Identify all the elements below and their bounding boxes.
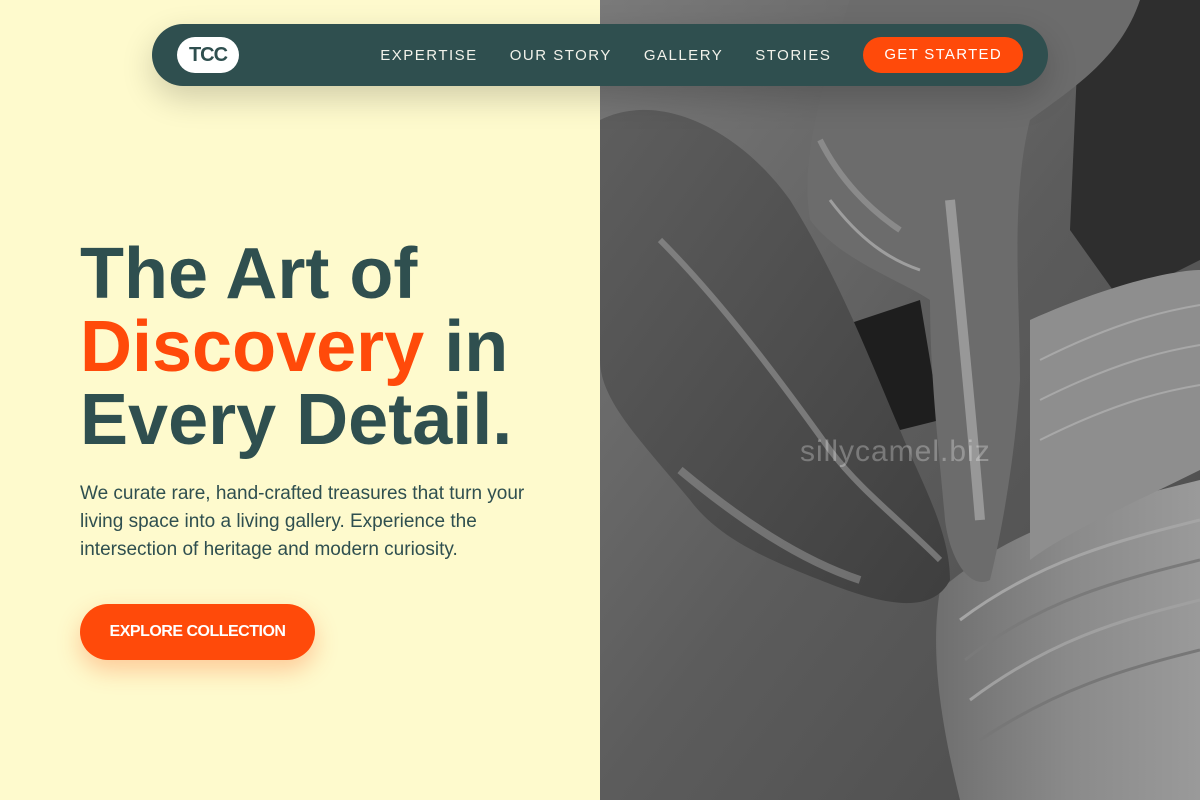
- nav-link-gallery[interactable]: GALLERY: [644, 47, 723, 64]
- hero-title-line-1: The Art of: [80, 234, 418, 314]
- hero-description: We curate rare, hand-crafted treasures t…: [80, 483, 525, 560]
- hero-image: [600, 0, 1200, 800]
- landing-page: sillycamel.biz TCC EXPERTISE OUR STORY G…: [0, 0, 1200, 800]
- nav-links: EXPERTISE OUR STORY GALLERY STORIES GET …: [380, 37, 1023, 73]
- nav-link-stories[interactable]: STORIES: [755, 47, 831, 64]
- image-watermark: sillycamel.biz: [800, 435, 991, 468]
- hero-title-line-3: Every Detail.: [80, 380, 513, 460]
- nav-link-expertise[interactable]: EXPERTISE: [380, 47, 477, 64]
- hero-title-accent: Discovery: [80, 307, 425, 387]
- nav-link-our-story[interactable]: OUR STORY: [510, 47, 612, 64]
- hero-title: The Art of Discovery in Every Detail.: [80, 238, 512, 457]
- brand-logo[interactable]: TCC: [177, 37, 239, 73]
- explore-collection-button[interactable]: EXPLORE COLLECTION: [80, 604, 315, 660]
- top-navigation: TCC EXPERTISE OUR STORY GALLERY STORIES …: [152, 24, 1048, 86]
- get-started-button[interactable]: GET STARTED: [863, 37, 1023, 73]
- hero-title-line-2-rest: in: [424, 307, 509, 387]
